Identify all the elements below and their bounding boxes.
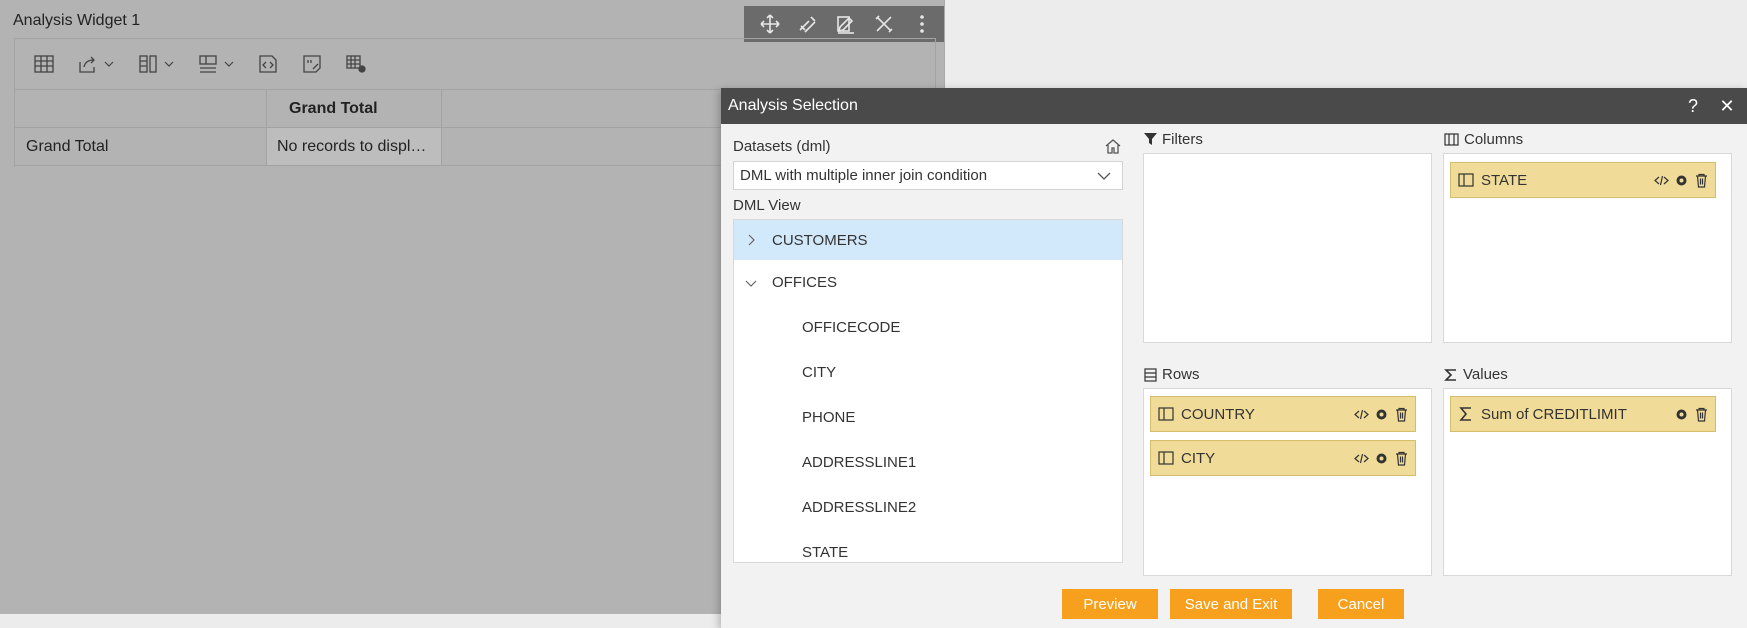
gear-icon[interactable]	[1674, 173, 1689, 188]
table-icon	[34, 55, 54, 73]
widget-toolbar	[14, 38, 936, 90]
tree-item-phone[interactable]: PHONE	[734, 395, 1122, 440]
chip-label: COUNTRY	[1181, 405, 1255, 423]
table-view-button[interactable]	[33, 53, 55, 75]
tree-item-label: PHONE	[802, 409, 856, 426]
help-icon[interactable]: ?	[1683, 96, 1703, 116]
code-icon[interactable]	[1354, 407, 1369, 422]
code-icon[interactable]	[1354, 451, 1369, 466]
table-cell: No records to displ…	[267, 128, 442, 165]
trash-icon[interactable]	[1394, 451, 1409, 466]
more-icon[interactable]	[910, 12, 934, 36]
table-settings-button[interactable]	[345, 53, 367, 75]
chip-label: CITY	[1181, 449, 1216, 467]
move-icon[interactable]	[758, 12, 782, 36]
preview-button[interactable]: Preview	[1062, 589, 1158, 619]
dataset-select-value: DML with multiple inner join condition	[740, 167, 988, 184]
widget-title: Analysis Widget 1	[13, 12, 141, 29]
columns-label: Columns	[1464, 131, 1524, 148]
gear-icon[interactable]	[1374, 451, 1389, 466]
sigma-icon	[1459, 407, 1471, 421]
chevron-down-icon	[1097, 172, 1111, 180]
rows-heading: Rows	[1144, 366, 1200, 383]
layout-button[interactable]	[137, 53, 175, 75]
tree-item-city[interactable]: CITY	[734, 350, 1122, 395]
rows-drop-zone[interactable]: COUNTRY CITY	[1143, 388, 1432, 576]
code-button[interactable]	[257, 53, 279, 75]
save-and-exit-button[interactable]: Save and Exit	[1170, 589, 1292, 619]
quote-icon	[303, 55, 321, 73]
rows-label: Rows	[1162, 366, 1200, 383]
chevron-down-icon[interactable]	[744, 276, 758, 290]
tools-icon[interactable]	[872, 12, 896, 36]
cancel-button[interactable]: Cancel	[1318, 589, 1404, 619]
row-chip-country[interactable]: COUNTRY	[1150, 396, 1416, 432]
chevron-down-icon	[164, 61, 174, 67]
tree-item-customers[interactable]: CUSTOMERS	[734, 220, 1122, 260]
gear-icon[interactable]	[1674, 407, 1689, 422]
edit-icon[interactable]	[834, 12, 858, 36]
field-icon	[1458, 173, 1474, 187]
grid-layout-icon	[199, 55, 217, 73]
datasets-label: Datasets (dml)	[733, 138, 831, 155]
filter-icon	[1144, 133, 1157, 145]
table-header-cell: Grand Total	[267, 90, 442, 127]
chevron-down-icon	[104, 61, 114, 67]
field-icon	[1158, 451, 1174, 465]
value-chip-creditlimit[interactable]: Sum of CREDITLIMIT	[1450, 396, 1716, 432]
sigma-icon	[1444, 368, 1456, 381]
gear-icon[interactable]	[1374, 407, 1389, 422]
share-icon	[79, 56, 95, 73]
totals-button[interactable]	[197, 53, 235, 75]
tree-item-addressline2[interactable]: ADDRESSLINE2	[734, 485, 1122, 530]
export-button[interactable]	[77, 53, 115, 75]
chevron-down-icon	[224, 61, 234, 67]
filters-drop-zone[interactable]	[1143, 153, 1432, 343]
columns-heading: Columns	[1444, 131, 1523, 148]
column-chip-state[interactable]: STATE	[1450, 162, 1716, 198]
dml-view-label: DML View	[733, 197, 801, 214]
tree-item-label: ADDRESSLINE2	[802, 499, 917, 516]
filters-label: Filters	[1162, 131, 1203, 148]
home-icon[interactable]	[1104, 137, 1122, 155]
columns-icon	[1444, 133, 1459, 146]
table-cell: Grand Total	[15, 128, 267, 165]
close-icon[interactable]: ✕	[1717, 96, 1737, 116]
table-settings-icon	[346, 55, 366, 73]
columns-layout-icon	[139, 55, 157, 73]
filters-heading: Filters	[1144, 131, 1203, 148]
code-icon[interactable]	[1654, 173, 1669, 188]
tree-item-label: OFFICECODE	[802, 319, 901, 336]
values-drop-zone[interactable]: Sum of CREDITLIMIT	[1443, 388, 1732, 576]
tree-item-offices[interactable]: OFFICES	[734, 260, 1122, 305]
quote-button[interactable]	[301, 53, 323, 75]
tree-item-state[interactable]: STATE	[734, 530, 1122, 562]
trash-icon[interactable]	[1394, 407, 1409, 422]
values-heading: Values	[1444, 366, 1508, 383]
link-icon[interactable]	[796, 12, 820, 36]
trash-icon[interactable]	[1694, 173, 1709, 188]
field-icon	[1158, 407, 1174, 421]
dataset-select[interactable]: DML with multiple inner join condition	[733, 161, 1123, 190]
dml-tree: CUSTOMERS OFFICES OFFICECODE CITY PHONE …	[733, 219, 1123, 563]
values-label: Values	[1463, 366, 1508, 383]
tree-item-officecode[interactable]: OFFICECODE	[734, 305, 1122, 350]
chevron-right-icon[interactable]	[744, 233, 758, 247]
dialog-title: Analysis Selection	[728, 97, 858, 114]
tree-item-label: ADDRESSLINE1	[802, 454, 917, 471]
chip-label: Sum of CREDITLIMIT	[1481, 405, 1627, 423]
tree-item-label: CITY	[802, 364, 837, 381]
chip-label: STATE	[1481, 171, 1528, 189]
table-header-cell	[15, 90, 267, 127]
analysis-selection-dialog: Analysis Selection ? ✕ Datasets (dml) DM…	[721, 88, 1747, 628]
columns-drop-zone[interactable]: STATE	[1443, 153, 1732, 343]
trash-icon[interactable]	[1694, 407, 1709, 422]
tree-item-label: STATE	[802, 544, 849, 561]
code-icon	[259, 55, 277, 73]
tree-item-addressline1[interactable]: ADDRESSLINE1	[734, 440, 1122, 485]
dialog-header: Analysis Selection ? ✕	[721, 88, 1747, 124]
rows-icon	[1144, 367, 1157, 382]
row-chip-city[interactable]: CITY	[1150, 440, 1416, 476]
widget-tools	[744, 6, 944, 42]
